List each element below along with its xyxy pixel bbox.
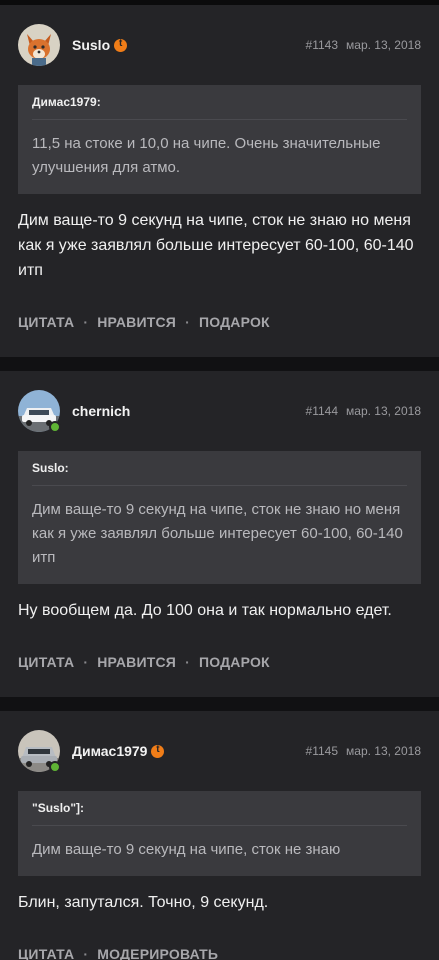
username-text[interactable]: Димас1979: [72, 743, 147, 759]
post-number[interactable]: #1143: [306, 38, 338, 52]
like-button[interactable]: НРАВИТСЯ: [97, 654, 176, 670]
online-indicator-icon: [49, 761, 61, 773]
online-indicator-icon: [49, 421, 61, 433]
avatar[interactable]: [18, 24, 60, 66]
quote-button[interactable]: ЦИТАТА: [18, 946, 74, 960]
action-separator: ·: [185, 314, 190, 330]
post-1143: Suslo #1143 мар. 13, 2018 Димас1979: 11,…: [0, 5, 439, 357]
post-text: Дим ваще-то 9 секунд на чипе, сток не зн…: [18, 212, 414, 279]
like-button[interactable]: НРАВИТСЯ: [97, 314, 176, 330]
username-text[interactable]: Suslo: [72, 37, 110, 53]
username[interactable]: Димас1979: [72, 743, 165, 759]
post-number[interactable]: #1144: [306, 404, 338, 418]
post-actions: ЦИТАТА · НРАВИТСЯ · ПОДАРОК: [18, 627, 421, 697]
quote-author: "Suslo"]:: [32, 801, 407, 826]
post-actions: ЦИТАТА · МОДЕРИРОВАТЬ: [18, 919, 421, 960]
quote-block: Димас1979: 11,5 на стоке и 10,0 на чипе.…: [18, 85, 421, 194]
post-text: Блин, запутался. Точно, 9 секунд.: [18, 894, 269, 911]
moderate-button[interactable]: МОДЕРИРОВАТЬ: [97, 946, 218, 960]
avatar[interactable]: [18, 390, 61, 433]
drive-badge-icon: [151, 744, 165, 758]
quote-button[interactable]: ЦИТАТА: [18, 654, 74, 670]
gift-button[interactable]: ПОДАРОК: [199, 314, 270, 330]
quote-text: Дим ваще-то 9 секунд на чипе, сток не зн…: [32, 501, 403, 566]
username[interactable]: Suslo: [72, 37, 128, 53]
quote-button[interactable]: ЦИТАТА: [18, 314, 74, 330]
post-text: Ну вообщем да. До 100 она и так нормальн…: [18, 602, 392, 619]
post-header: chernich #1144 мар. 13, 2018: [18, 371, 421, 451]
post-1145: Димас1979 #1145 мар. 13, 2018 "Suslo"]: …: [0, 711, 439, 960]
post-header: Димас1979 #1145 мар. 13, 2018: [18, 711, 421, 791]
quote-author: Suslo:: [32, 461, 407, 486]
post-actions: ЦИТАТА · НРАВИТСЯ · ПОДАРОК: [18, 287, 421, 357]
post-date: мар. 13, 2018: [346, 744, 421, 758]
post-date: мар. 13, 2018: [346, 404, 421, 418]
gift-button[interactable]: ПОДАРОК: [199, 654, 270, 670]
drive-badge-icon: [114, 38, 128, 52]
post-header: Suslo #1143 мар. 13, 2018: [18, 5, 421, 85]
quote-block: Suslo: Дим ваще-то 9 секунд на чипе, сто…: [18, 451, 421, 584]
quote-text: 11,5 на стоке и 10,0 на чипе. Очень знач…: [32, 135, 381, 176]
action-separator: ·: [83, 946, 89, 960]
action-separator: ·: [83, 654, 89, 670]
post-meta: #1145 мар. 13, 2018: [306, 744, 421, 758]
avatar[interactable]: [18, 730, 61, 773]
post-date: мар. 13, 2018: [346, 38, 421, 52]
action-separator: ·: [185, 654, 190, 670]
quote-author: Димас1979:: [32, 95, 407, 120]
action-separator: ·: [83, 314, 89, 330]
username[interactable]: chernich: [72, 403, 130, 419]
quote-block: "Suslo"]: Дим ваще-то 9 секунд на чипе, …: [18, 791, 421, 876]
post-number[interactable]: #1145: [306, 744, 338, 758]
post-meta: #1144 мар. 13, 2018: [306, 404, 421, 418]
quote-text: Дим ваще-то 9 секунд на чипе, сток не зн…: [32, 841, 341, 858]
fox-avatar-icon: [18, 24, 60, 66]
post-1144: chernich #1144 мар. 13, 2018 Suslo: Дим …: [0, 371, 439, 697]
post-meta: #1143 мар. 13, 2018: [306, 38, 421, 52]
username-text[interactable]: chernich: [72, 403, 130, 419]
